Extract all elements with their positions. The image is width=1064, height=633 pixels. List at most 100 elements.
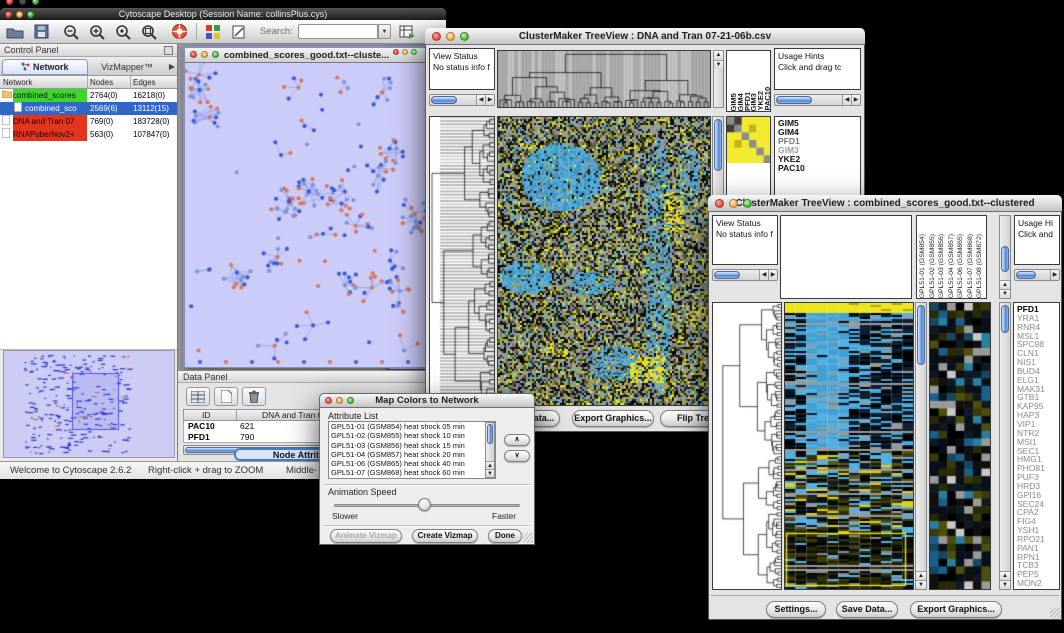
- scroll-right-icon[interactable]: ▶: [485, 95, 494, 105]
- help-lifering-icon[interactable]: [168, 22, 190, 41]
- attribute-list-item[interactable]: GPL51-04 (GSM857) heat shock 20 min: [329, 450, 495, 459]
- zoom-icon[interactable]: [347, 397, 354, 404]
- attribute-select-icon[interactable]: [186, 387, 210, 406]
- col-edges[interactable]: Edges: [133, 76, 156, 89]
- settings-button[interactable]: Settings...: [766, 601, 826, 618]
- column-dendrogram-panel[interactable]: [497, 50, 711, 108]
- scroll-down-icon[interactable]: ▼: [486, 469, 494, 477]
- zoom-icon[interactable]: [460, 32, 469, 41]
- column-label[interactable]: GIM5: [729, 93, 736, 111]
- scroll-right-icon[interactable]: ▶: [851, 95, 860, 105]
- attribute-list[interactable]: GPL51-01 (GSM854) heat shock 05 min GPL51…: [328, 421, 496, 479]
- network-overview-panel[interactable]: [3, 350, 175, 458]
- row-dendrogram-panel[interactable]: [712, 302, 782, 590]
- scroll-left-icon[interactable]: ◀: [842, 95, 851, 105]
- view-status-hscrollbar[interactable]: ◀ ▶: [429, 94, 495, 106]
- zoom-out-icon[interactable]: [60, 22, 82, 41]
- column-dendrogram-canvas[interactable]: [498, 51, 710, 107]
- heatmap-canvas[interactable]: [785, 303, 913, 589]
- treeview-combined-titlebar[interactable]: ClusterMaker TreeView : combined_scores_…: [708, 195, 1062, 212]
- attribute-list-vscrollbar[interactable]: ▲ ▼: [485, 422, 495, 478]
- gene-list-vscrollbar[interactable]: ▲ ▼: [999, 302, 1011, 590]
- scrollbar-thumb[interactable]: [487, 424, 493, 444]
- network-view-titlebar[interactable]: combined_scores_good.txt--cluste...: [185, 48, 428, 63]
- heatmap-panel[interactable]: [497, 116, 711, 406]
- close-icon[interactable]: [393, 49, 399, 55]
- scroll-down-icon[interactable]: ▼: [714, 60, 723, 69]
- scroll-up-icon[interactable]: ▲: [714, 51, 723, 60]
- tab-vizmapper[interactable]: VizMapper™: [90, 59, 164, 75]
- scroll-right-icon[interactable]: ▶: [768, 270, 777, 280]
- heatmap-canvas[interactable]: [498, 117, 710, 405]
- column-labels-vscrollbar[interactable]: ▲ ▼: [999, 215, 1011, 299]
- tab-network[interactable]: Network: [2, 59, 88, 75]
- attribute-list-item[interactable]: GPL51-06 (GSM865) heat shock 40 min: [329, 459, 495, 468]
- minimize-icon[interactable]: [336, 397, 343, 404]
- zoom-icon[interactable]: [212, 51, 219, 58]
- search-combo-caret-icon[interactable]: ▼: [378, 24, 391, 39]
- zoom-icon[interactable]: [743, 199, 752, 208]
- close-icon[interactable]: [190, 51, 197, 58]
- move-down-button[interactable]: ∨: [504, 450, 530, 462]
- zoom-icon[interactable]: [32, 0, 39, 5]
- scrollbar-thumb[interactable]: [1001, 246, 1009, 272]
- new-attribute-icon[interactable]: [214, 387, 238, 406]
- create-vizmap-button[interactable]: Create Vizmap: [412, 529, 478, 543]
- move-up-button[interactable]: ∧: [504, 434, 530, 446]
- column-label[interactable]: GPL51-04 (GSM857): [948, 234, 958, 298]
- close-icon[interactable]: [432, 32, 441, 41]
- heatmap-vscrollbar[interactable]: ▲ ▼: [915, 302, 927, 590]
- view-status-hscrollbar[interactable]: ◀ ▶: [712, 269, 778, 281]
- scroll-down-icon[interactable]: ▼: [916, 580, 926, 589]
- scroll-down-icon[interactable]: ▼: [1000, 580, 1010, 589]
- column-label[interactable]: GPL51-06 (GSM865): [957, 234, 967, 298]
- data-row-value[interactable]: 790: [240, 432, 254, 443]
- network-row-rnapuber[interactable]: RNAPuberNov2+ 563(0) 107847(0): [0, 128, 177, 141]
- scroll-up-icon[interactable]: ▲: [1000, 571, 1010, 580]
- scrollbar-thumb[interactable]: [431, 96, 457, 104]
- minimize-icon[interactable]: [729, 199, 738, 208]
- export-graphics-button[interactable]: Export Graphics...: [910, 601, 1002, 618]
- zoom-heatmap-canvas[interactable]: [930, 303, 990, 589]
- animation-speed-slider-thumb[interactable]: [418, 498, 431, 511]
- submatrix-canvas[interactable]: [727, 117, 771, 163]
- scroll-left-icon[interactable]: ◀: [759, 270, 768, 280]
- column-label[interactable]: GPL51-02 (GSM855): [929, 234, 939, 298]
- column-dendrogram-panel[interactable]: [780, 215, 912, 299]
- row-dendrogram-canvas[interactable]: [713, 303, 781, 589]
- scrollbar-thumb[interactable]: [917, 305, 925, 365]
- column-label[interactable]: PAC10: [763, 87, 770, 111]
- done-button[interactable]: Done: [488, 529, 522, 543]
- heatmap-panel[interactable]: [784, 302, 914, 590]
- scroll-down-icon[interactable]: ▼: [1000, 289, 1010, 298]
- scroll-up-icon[interactable]: ▲: [916, 571, 926, 580]
- minimize-icon[interactable]: [19, 0, 26, 5]
- scroll-left-icon[interactable]: ◀: [476, 95, 485, 105]
- zoom-selected-icon[interactable]: [112, 22, 134, 41]
- col-network[interactable]: Network: [3, 76, 32, 89]
- close-icon[interactable]: [6, 0, 13, 5]
- save-data-button[interactable]: Save Data...: [836, 601, 898, 618]
- row-dendrogram-canvas[interactable]: [430, 117, 494, 405]
- gene-label[interactable]: MON2: [1017, 579, 1059, 588]
- close-icon[interactable]: [325, 397, 332, 404]
- column-label[interactable]: GIM4: [736, 93, 743, 111]
- attribute-list-item[interactable]: GPL51-03 (GSM856) heat shock 15 min: [329, 441, 495, 450]
- row-dendrogram-panel[interactable]: [429, 116, 495, 406]
- network-row-combined-sco-selected[interactable]: combined_sco 2569(6) 13112(15): [0, 102, 177, 115]
- search-input[interactable]: [298, 24, 378, 39]
- zoom-icon[interactable]: [27, 11, 34, 18]
- map-colors-titlebar[interactable]: Map Colors to Network: [320, 394, 534, 408]
- scrollbar-thumb[interactable]: [1016, 271, 1036, 279]
- column-dendro-vscrollbar[interactable]: ▲ ▼: [713, 50, 724, 108]
- scrollbar-thumb[interactable]: [714, 271, 740, 279]
- scroll-up-icon[interactable]: ▲: [486, 461, 494, 469]
- open-file-icon[interactable]: [4, 22, 26, 41]
- scrollbar-thumb[interactable]: [776, 96, 812, 104]
- attribute-list-item[interactable]: GPL51-01 (GSM854) heat shock 05 min: [329, 422, 495, 431]
- import-table-icon[interactable]: [396, 22, 418, 41]
- zoom-icon[interactable]: [411, 49, 417, 55]
- column-label[interactable]: GPL51-03 (GSM856): [938, 234, 948, 298]
- annotation-icon[interactable]: [228, 22, 250, 41]
- tab-more-icon[interactable]: ▶: [169, 62, 175, 71]
